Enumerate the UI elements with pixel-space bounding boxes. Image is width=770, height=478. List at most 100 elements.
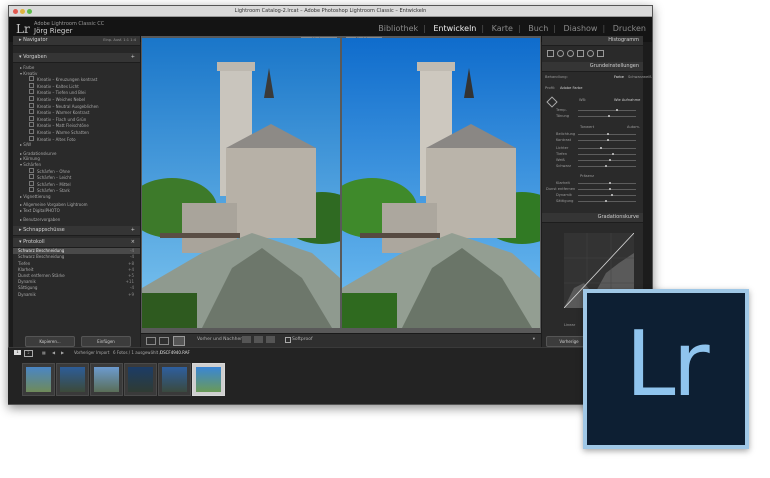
- after-photo[interactable]: [342, 38, 540, 328]
- history-header[interactable]: ▾ Protokoll ×: [13, 238, 140, 249]
- module-karte[interactable]: Karte: [492, 24, 513, 33]
- slider-knob[interactable]: [609, 182, 611, 185]
- vibrance-slider[interactable]: [578, 194, 636, 197]
- slider-knob[interactable]: [607, 133, 609, 136]
- history-row[interactable]: Dynamik +9: [13, 292, 140, 298]
- preset-item[interactable]: Kreativ – Weiches Nebel: [13, 95, 140, 103]
- slider-knob[interactable]: [607, 139, 609, 142]
- slider-knob[interactable]: [605, 165, 607, 168]
- compare-view-icon[interactable]: [159, 337, 169, 345]
- minimize-window-button[interactable]: [20, 8, 25, 14]
- preset-item[interactable]: Kreativ – Warmer Kontrast: [13, 109, 140, 116]
- preset-item[interactable]: Schärfen – Leicht: [13, 174, 140, 181]
- zoom-fill[interactable]: Ausf.: [113, 38, 122, 42]
- close-window-button[interactable]: [13, 8, 18, 14]
- graduated-filter-icon[interactable]: [577, 50, 584, 57]
- module-entwickeln[interactable]: Entwickeln: [433, 24, 476, 33]
- module-bibliothek[interactable]: Bibliothek: [378, 24, 418, 33]
- exposure-slider[interactable]: [578, 133, 636, 136]
- zoom-1-1[interactable]: 1:1: [123, 38, 129, 42]
- treatment-bw[interactable]: Schwarzweiß: [628, 75, 651, 79]
- preset-item[interactable]: Schärfen – Ohne: [13, 167, 140, 175]
- preset-item[interactable]: Kreativ – Neutral Ausgeblichen: [13, 102, 140, 110]
- preset-item[interactable]: Schärfen – Mittel: [13, 180, 140, 188]
- treatment-color[interactable]: Farbe: [614, 75, 624, 79]
- slider-knob[interactable]: [611, 194, 613, 197]
- softproof-checkbox[interactable]: [285, 337, 291, 343]
- snapshots-header[interactable]: ▸ Schnappschüsse +: [13, 226, 140, 237]
- module-buch[interactable]: Buch: [528, 24, 548, 33]
- filmstrip-source[interactable]: Vorheriger Import: [74, 348, 109, 358]
- copy-after-to-before-icon[interactable]: [254, 336, 263, 343]
- add-snapshot-icon[interactable]: +: [131, 226, 135, 235]
- preset-item[interactable]: Kreativ – Altes Foto: [13, 135, 140, 143]
- histogram-header[interactable]: Histogramm: [542, 36, 643, 46]
- paste-settings-button[interactable]: Einfügen: [81, 336, 131, 347]
- preset-group-text-digitalphoto[interactable]: ▸ Text DigitalPHOTO: [13, 208, 140, 214]
- red-eye-icon[interactable]: [567, 50, 574, 57]
- filmstrip-thumbnail[interactable]: [90, 363, 123, 396]
- swap-before-after-icon[interactable]: [242, 336, 251, 343]
- split-view-icon[interactable]: [173, 336, 185, 346]
- slider-knob[interactable]: [608, 115, 610, 118]
- whites-slider[interactable]: [578, 159, 636, 162]
- curve-mode-select[interactable]: Linear: [564, 323, 575, 327]
- slider-knob[interactable]: [609, 188, 611, 191]
- slider-knob[interactable]: [600, 147, 602, 150]
- navigator-header[interactable]: ▸ Navigator Einp. Ausf. 1:1 1:4: [13, 36, 140, 46]
- slider-knob[interactable]: [616, 109, 618, 112]
- filmstrip-thumbnail[interactable]: [158, 363, 191, 396]
- profile-select[interactable]: Adobe Farbe: [560, 86, 582, 90]
- module-drucken[interactable]: Drucken: [613, 24, 646, 33]
- arrow-right-icon[interactable]: ▶: [61, 348, 64, 358]
- copy-settings-button[interactable]: Kopieren...: [25, 336, 75, 347]
- slider-knob[interactable]: [612, 153, 614, 156]
- spot-removal-icon[interactable]: [557, 50, 564, 57]
- grid-icon[interactable]: ▦: [42, 348, 46, 358]
- close-icon[interactable]: ×: [131, 238, 135, 247]
- filmstrip-thumbnail[interactable]: [22, 363, 55, 396]
- dehaze-slider[interactable]: [578, 188, 636, 191]
- radial-filter-icon[interactable]: [587, 50, 594, 57]
- contrast-slider[interactable]: [578, 139, 636, 142]
- filmstrip-thumbnail[interactable]: [56, 363, 89, 396]
- zoom-fit[interactable]: Einp.: [103, 38, 112, 42]
- highlights-slider[interactable]: [578, 147, 636, 150]
- module-diashow[interactable]: Diashow: [564, 24, 598, 33]
- filmstrip-thumbnail-selected[interactable]: [192, 363, 225, 396]
- blacks-slider[interactable]: [578, 165, 636, 168]
- preset-group-benutzer[interactable]: ▸ Benutzervorgaben: [13, 217, 140, 223]
- tone-curve-header[interactable]: Gradationskurve: [542, 213, 643, 223]
- copy-before-to-after-icon[interactable]: [266, 336, 275, 343]
- brush-icon[interactable]: [597, 50, 604, 57]
- before-photo[interactable]: [142, 38, 340, 328]
- zoom-1-4[interactable]: 1:4: [130, 38, 136, 42]
- preset-item[interactable]: Schärfen – Stark: [13, 187, 140, 194]
- saturation-slider[interactable]: [578, 200, 636, 203]
- preset-item[interactable]: Kreativ – Tiefen und Blei: [13, 89, 140, 96]
- tint-slider[interactable]: [578, 115, 636, 118]
- zoom-window-button[interactable]: [27, 8, 32, 14]
- eyedropper-icon[interactable]: [546, 96, 558, 108]
- slider-knob[interactable]: [605, 200, 607, 203]
- tone-auto-button[interactable]: Autom.: [627, 125, 640, 129]
- shadows-slider[interactable]: [578, 153, 636, 156]
- temp-slider[interactable]: [578, 109, 636, 112]
- presets-header[interactable]: ▾ Vorgaben +: [13, 53, 140, 63]
- crop-tool-icon[interactable]: [547, 50, 554, 57]
- preset-group-vignettierung[interactable]: ▸ Vignettierung: [13, 194, 140, 200]
- slider-knob[interactable]: [609, 159, 611, 162]
- add-preset-icon[interactable]: +: [131, 53, 135, 62]
- preset-item[interactable]: Kreativ – Kreuzungen kontrast: [13, 76, 140, 83]
- screen-2-button[interactable]: 2: [24, 350, 33, 357]
- preset-group-sw[interactable]: ▸ S/W: [13, 142, 140, 148]
- clarity-slider[interactable]: [578, 182, 636, 185]
- wb-select[interactable]: Wie Aufnahme: [614, 98, 640, 102]
- preset-item[interactable]: Kreativ – Flach und Grün: [13, 115, 140, 123]
- arrow-left-icon[interactable]: ◀: [52, 348, 55, 358]
- basic-header[interactable]: Grundeinstellungen: [542, 62, 643, 72]
- chevron-down-icon[interactable]: ▾: [533, 337, 535, 342]
- preset-item[interactable]: Kreativ – Warme Schatten: [13, 128, 140, 136]
- preset-item[interactable]: Kreativ – Kaltes Licht: [13, 82, 140, 90]
- screen-1-button[interactable]: 1: [14, 350, 21, 355]
